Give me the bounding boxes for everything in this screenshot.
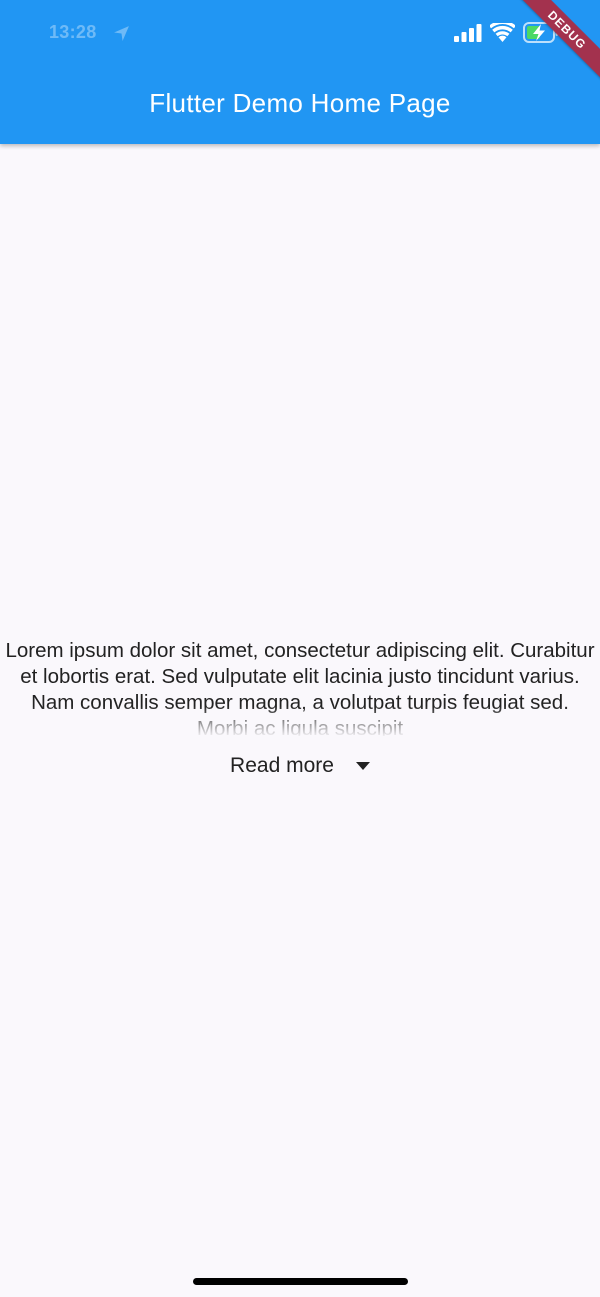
app-bar: 13:28 Flutter Demo Home Page DEBUG xyxy=(0,0,600,144)
read-more-button[interactable]: Read more xyxy=(0,754,600,778)
location-arrow-icon xyxy=(114,26,129,41)
text-fade-overlay xyxy=(0,706,600,736)
text-preview-container: Lorem ipsum dolor sit amet, consectetur … xyxy=(0,638,600,736)
status-time: 13:28 xyxy=(49,22,97,42)
arrow-drop-down-icon xyxy=(355,762,370,770)
expandable-text: Lorem ipsum dolor sit amet, consectetur … xyxy=(0,638,600,736)
read-more-label: Read more xyxy=(230,754,334,777)
app-bar-title: Flutter Demo Home Page xyxy=(149,88,451,118)
wifi-icon xyxy=(490,23,515,42)
cellular-signal-icon xyxy=(454,24,482,42)
status-bar: 13:28 xyxy=(0,0,600,68)
home-indicator xyxy=(193,1278,408,1285)
